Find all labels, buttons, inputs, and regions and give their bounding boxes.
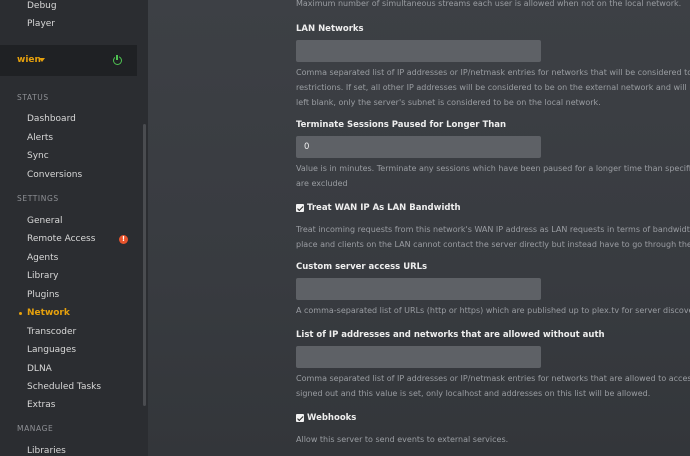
custom-urls-label: Custom server access URLs xyxy=(296,262,428,272)
sidebar-item-languages[interactable]: Languages xyxy=(27,345,76,355)
treat-wan-help-1: Treat incoming requests from this networ… xyxy=(296,225,690,234)
sidebar-item-player[interactable]: Player xyxy=(27,19,55,29)
sidebar-item-extras[interactable]: Extras xyxy=(27,400,55,410)
status-section-heading: STATUS xyxy=(17,93,49,102)
sidebar-item-network[interactable]: Network xyxy=(27,308,70,318)
streams-help-text: Maximum number of simultaneous streams e… xyxy=(296,0,682,8)
sidebar-item-dlna[interactable]: DLNA xyxy=(27,364,52,374)
terminate-sessions-help-1: Value is in minutes. Terminate any sessi… xyxy=(296,164,690,173)
sidebar-item-general[interactable]: General xyxy=(27,216,62,226)
webhooks-checkbox[interactable] xyxy=(296,414,304,422)
settings-panel: Maximum number of simultaneous streams e… xyxy=(148,0,690,456)
sidebar-item-library[interactable]: Library xyxy=(27,271,58,281)
allowed-networks-input[interactable] xyxy=(296,346,541,368)
sidebar-item-alerts[interactable]: Alerts xyxy=(27,133,53,143)
lan-networks-input[interactable] xyxy=(296,40,541,62)
settings-section-heading: SETTINGS xyxy=(17,194,59,203)
allowed-networks-help-1: Comma separated list of IP addresses or … xyxy=(296,374,690,383)
terminate-sessions-input[interactable] xyxy=(296,136,541,158)
sidebar-item-plugins[interactable]: Plugins xyxy=(27,290,59,300)
active-indicator-dot xyxy=(19,312,22,315)
custom-urls-input[interactable] xyxy=(296,278,541,300)
sidebar-item-remote-access[interactable]: Remote Access xyxy=(27,234,95,244)
sidebar: Debug Player wien STATUS Dashboard Alert… xyxy=(0,0,148,456)
sidebar-item-agents[interactable]: Agents xyxy=(27,253,58,263)
sidebar-item-scheduled-tasks[interactable]: Scheduled Tasks xyxy=(27,382,101,392)
custom-urls-help: A comma-separated list of URLs (http or … xyxy=(296,306,690,315)
sidebar-item-dashboard[interactable]: Dashboard xyxy=(27,114,76,124)
treat-wan-help-2: place and clients on the LAN cannot cont… xyxy=(296,240,690,249)
terminate-sessions-label: Terminate Sessions Paused for Longer Tha… xyxy=(296,120,507,130)
treat-wan-label[interactable]: Treat WAN IP As LAN Bandwidth xyxy=(307,203,461,213)
warning-icon: ! xyxy=(119,235,128,244)
allowed-networks-label: List of IP addresses and networks that a… xyxy=(296,330,605,340)
sidebar-item-sync[interactable]: Sync xyxy=(27,151,49,161)
terminate-sessions-help-2: are excluded xyxy=(296,179,348,188)
sidebar-item-conversions[interactable]: Conversions xyxy=(27,170,82,180)
lan-networks-label: LAN Networks xyxy=(296,24,364,34)
sidebar-scrollbar[interactable] xyxy=(143,124,146,406)
allowed-networks-help-2: signed out and this value is set, only l… xyxy=(296,389,651,398)
sidebar-item-debug[interactable]: Debug xyxy=(27,1,57,11)
lan-networks-help-2: restrictions. If set, all other IP addre… xyxy=(296,83,690,92)
sidebar-item-transcoder[interactable]: Transcoder xyxy=(27,327,76,337)
webhooks-label[interactable]: Webhooks xyxy=(307,413,356,423)
webhooks-help: Allow this server to send events to exte… xyxy=(296,435,509,444)
lan-networks-help-1: Comma separated list of IP addresses or … xyxy=(296,68,690,77)
server-selector[interactable]: wien xyxy=(0,45,137,76)
sidebar-item-libraries[interactable]: Libraries xyxy=(27,446,66,456)
treat-wan-checkbox[interactable] xyxy=(296,204,304,212)
lan-networks-help-3: left blank, only the server's subnet is … xyxy=(296,98,601,107)
server-name[interactable]: wien xyxy=(17,55,41,65)
manage-section-heading: MANAGE xyxy=(17,424,54,433)
power-icon xyxy=(113,55,122,65)
chevron-down-icon[interactable] xyxy=(39,58,45,62)
